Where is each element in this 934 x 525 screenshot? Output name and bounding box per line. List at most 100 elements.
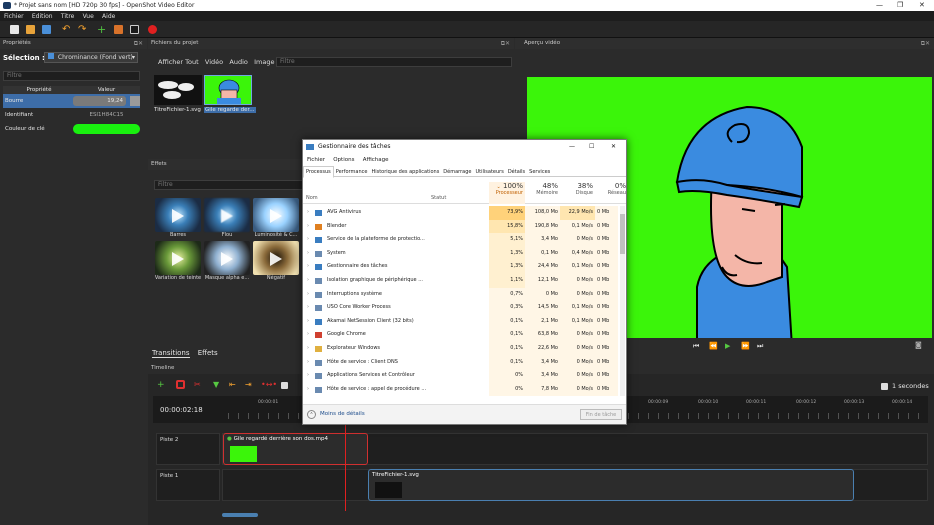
expand-chevron-icon[interactable]: › bbox=[307, 356, 309, 370]
tab-video[interactable]: Vidéo bbox=[205, 58, 223, 66]
process-row[interactable]: › Google Chrome 0,1% 63,8 Mo 0 Mo/s 0 Mb bbox=[303, 328, 620, 342]
property-value-slider[interactable]: 19,24 bbox=[73, 96, 126, 106]
next-marker-icon[interactable]: ⇥ bbox=[245, 380, 252, 390]
expand-chevron-icon[interactable]: › bbox=[307, 260, 309, 274]
expand-chevron-icon[interactable]: › bbox=[307, 247, 309, 261]
expand-chevron-icon[interactable]: › bbox=[307, 206, 309, 220]
panel-float-icon[interactable]: ⧉✕ bbox=[921, 40, 930, 48]
effect-thumbnail[interactable] bbox=[204, 198, 250, 232]
razor-icon[interactable]: ✂ bbox=[194, 380, 201, 390]
process-row[interactable]: › Applications Services et Contrôleur 0% 3,… bbox=[303, 369, 620, 383]
timeline-scrollbar[interactable] bbox=[222, 513, 258, 517]
export-video-icon[interactable] bbox=[148, 25, 157, 34]
tab-services[interactable]: Services bbox=[527, 167, 552, 177]
open-project-icon[interactable] bbox=[26, 25, 35, 34]
zoom-checkbox[interactable] bbox=[881, 383, 888, 390]
table-row[interactable]: Identifiant ESI1H84C15 bbox=[3, 108, 140, 122]
previous-marker-icon[interactable]: ⇤ bbox=[229, 380, 236, 390]
tab-show-all[interactable]: Afficher Tout bbox=[158, 58, 199, 66]
save-project-icon[interactable] bbox=[42, 25, 51, 34]
rewind-icon[interactable]: ⏪ bbox=[709, 342, 718, 350]
center-playhead-icon[interactable]: •↔• bbox=[261, 380, 277, 390]
expand-chevron-icon[interactable]: › bbox=[307, 315, 309, 329]
tab-audio[interactable]: Audio bbox=[229, 58, 247, 66]
video-clip[interactable]: ● Gile regardé derrière son dos.mp4 bbox=[223, 433, 368, 465]
table-row[interactable]: Bourre 19,24 bbox=[3, 94, 140, 108]
process-list-scrollbar[interactable] bbox=[620, 206, 625, 396]
process-row[interactable]: › Akamai NetSession Client (32 bits) 0,1% 2… bbox=[303, 314, 620, 329]
profile-icon[interactable] bbox=[114, 25, 123, 34]
track-header[interactable]: Piste 1 bbox=[156, 469, 220, 501]
col-name[interactable]: Nom bbox=[306, 195, 318, 201]
effect-thumbnail[interactable] bbox=[253, 241, 299, 275]
camera-icon[interactable]: ◙ bbox=[915, 341, 922, 349]
effect-thumbnail[interactable] bbox=[155, 241, 201, 275]
tab-effects[interactable]: Effets bbox=[198, 349, 218, 357]
expand-chevron-icon[interactable]: › bbox=[307, 220, 309, 234]
chevron-up-icon[interactable]: ⌃ bbox=[307, 410, 316, 419]
tab-transitions[interactable]: Transitions bbox=[152, 349, 190, 358]
process-row[interactable]: › System 1,3% 0,1 Mo 0,4 Mo/s 0 Mb bbox=[303, 246, 620, 261]
properties-filter-input[interactable]: Filtre bbox=[3, 71, 140, 81]
curve-icon[interactable] bbox=[130, 96, 140, 106]
tab-details[interactable]: Détails bbox=[506, 167, 527, 177]
less-details-link[interactable]: Moins de détails bbox=[320, 411, 365, 417]
file-thumbnail-selected[interactable] bbox=[204, 75, 252, 105]
expand-chevron-icon[interactable]: › bbox=[307, 288, 309, 302]
tab-historique[interactable]: Historique des applications bbox=[369, 167, 441, 177]
new-project-icon[interactable] bbox=[10, 25, 19, 34]
tm-menu-fichier[interactable]: Fichier bbox=[307, 157, 325, 163]
expand-chevron-icon[interactable]: › bbox=[307, 301, 309, 315]
expand-chevron-icon[interactable]: › bbox=[307, 369, 309, 383]
close-icon[interactable]: ✕ bbox=[919, 0, 925, 11]
process-row[interactable]: › Hôte de service : Client DNS 0,1% 3,4 Mo 0… bbox=[303, 355, 620, 370]
image-clip[interactable]: TitreFichier-1.svg bbox=[368, 469, 854, 501]
tm-menu-affichage[interactable]: Affichage bbox=[363, 157, 389, 163]
process-row[interactable]: › Blender 15,8% 190,8 Mo 0,1 Mo/s 0 Mb bbox=[303, 219, 620, 234]
panel-float-icon[interactable]: ⧉✕ bbox=[501, 40, 510, 48]
play-icon[interactable]: ▶ bbox=[725, 342, 730, 350]
col-cpu[interactable]: ⌄ 100% Processeur bbox=[489, 182, 525, 204]
fullscreen-icon[interactable] bbox=[130, 25, 139, 34]
undo-icon[interactable]: ↶ bbox=[62, 25, 71, 35]
track-header[interactable]: Piste 2 bbox=[156, 433, 220, 465]
expand-chevron-icon[interactable]: › bbox=[307, 383, 309, 397]
tab-image[interactable]: Image bbox=[254, 58, 274, 66]
process-row[interactable]: › Isolation graphique de périphérique ...… bbox=[303, 274, 620, 288]
selection-dropdown[interactable]: Chrominance (Fond vert) ▾ bbox=[44, 52, 138, 63]
maximize-icon[interactable]: ☐ bbox=[589, 140, 594, 154]
tab-demarrage[interactable]: Démarrage bbox=[441, 167, 473, 177]
panel-float-icon[interactable]: ⧉✕ bbox=[134, 40, 143, 48]
expand-chevron-icon[interactable]: › bbox=[307, 328, 309, 342]
close-icon[interactable]: ✕ bbox=[611, 140, 616, 154]
process-row[interactable]: › Interruptions système 0,7% 0 Mo 0 Mo/s 0 Mb bbox=[303, 287, 620, 302]
effect-thumbnail[interactable] bbox=[204, 241, 250, 275]
end-task-button[interactable]: Fin de tâche bbox=[580, 409, 622, 420]
tab-utilisateurs[interactable]: Utilisateurs bbox=[474, 167, 506, 177]
redo-icon[interactable]: ↷ bbox=[78, 25, 87, 35]
expand-chevron-icon[interactable]: › bbox=[307, 233, 309, 247]
expand-chevron-icon[interactable]: › bbox=[307, 342, 309, 356]
process-row[interactable]: › Explorateur Windows 0,1% 22,6 Mo 0 Mo/s 0 M… bbox=[303, 342, 620, 356]
tab-processus[interactable]: Processus bbox=[303, 166, 334, 178]
scrollbar-thumb[interactable] bbox=[620, 214, 625, 254]
process-row[interactable]: › USO Core Worker Process 0,3% 14,5 Mo 0,1 M… bbox=[303, 301, 620, 315]
maximize-icon[interactable]: ❐ bbox=[897, 0, 903, 11]
effect-thumbnail[interactable] bbox=[253, 198, 299, 232]
col-network[interactable]: 0% Réseau bbox=[595, 182, 626, 204]
jump-end-icon[interactable]: ⏭ bbox=[757, 342, 763, 351]
key-color-swatch[interactable] bbox=[73, 124, 140, 134]
effect-thumbnail[interactable] bbox=[155, 198, 201, 232]
col-status[interactable]: Statut bbox=[431, 195, 446, 201]
col-memory[interactable]: 48% Mémoire bbox=[525, 182, 560, 204]
tab-performance[interactable]: Performance bbox=[334, 167, 370, 177]
expand-chevron-icon[interactable]: › bbox=[307, 274, 309, 288]
files-filter-input[interactable]: Filtre bbox=[276, 57, 512, 67]
tm-menu-options[interactable]: Options bbox=[333, 157, 354, 163]
process-row[interactable]: › Service de la plateforme de protectio..… bbox=[303, 233, 620, 247]
file-thumbnail[interactable] bbox=[154, 75, 202, 105]
process-row[interactable]: › Gestionnaire des tâches 1,3% 24,4 Mo 0,1 M… bbox=[303, 260, 620, 274]
col-disk[interactable]: 38% Disque bbox=[560, 182, 595, 204]
import-files-icon[interactable]: + bbox=[97, 24, 106, 35]
process-row[interactable]: › AVG Antivirus 73,9% 108,0 Mo 22,9 Mo/s 0 Mb bbox=[303, 206, 620, 220]
